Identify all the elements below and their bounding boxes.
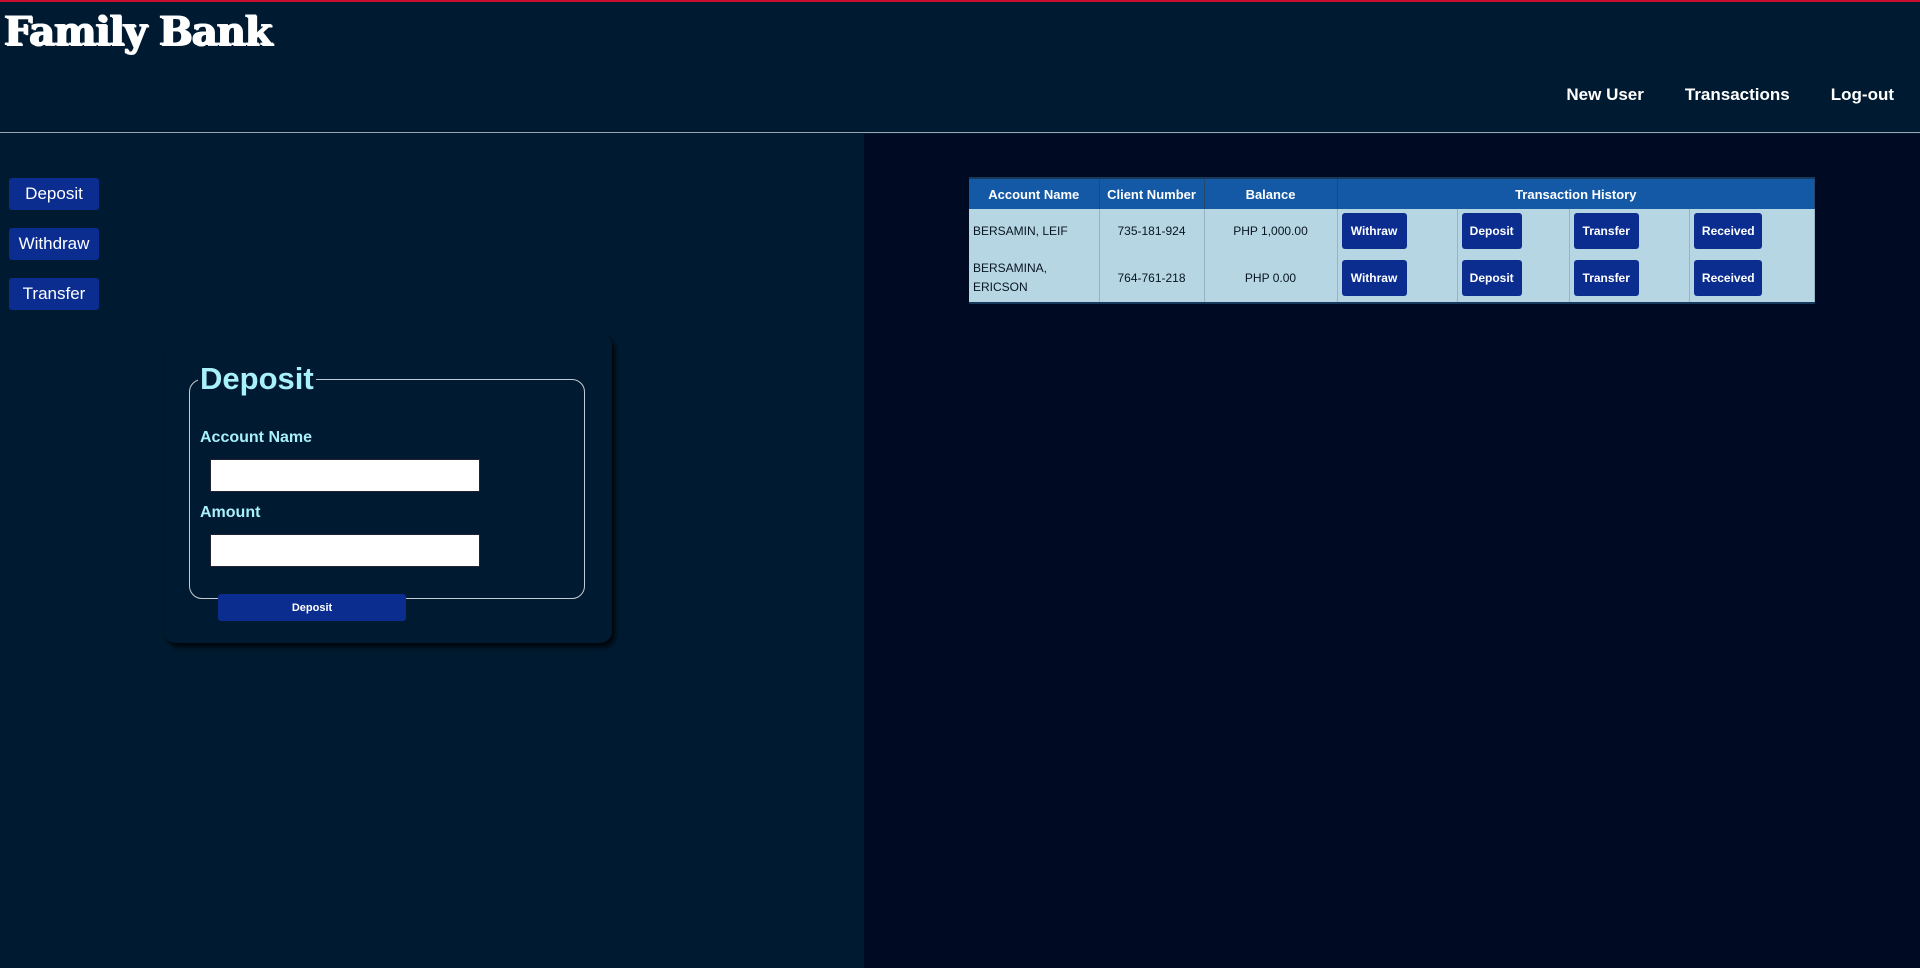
account-name-input[interactable] [210,459,480,492]
amount-input[interactable] [210,534,480,567]
deposit-history-button[interactable]: Deposit [1461,213,1522,249]
header-account-name: Account Name [969,179,1100,209]
action-cell: Transfer [1569,209,1690,253]
top-nav: New User Transactions Log-out [1566,85,1894,105]
accounts-table-wrapper: Account Name Client Number Balance Trans… [969,177,1816,304]
app-header: Family Bank New User Transactions Log-ou… [0,2,1920,133]
table-row: BERSAMINA, ERICSON 764-761-218 PHP 0.00 … [969,253,1816,302]
action-cell: Received [1689,253,1816,302]
client-number-cell: 764-761-218 [1099,253,1205,302]
action-cell: Received [1689,209,1816,253]
balance-cell: PHP 0.00 [1204,253,1338,302]
left-pane: Deposit Withdraw Transfer Deposit Accoun… [0,134,864,968]
deposit-history-button[interactable]: Deposit [1461,259,1522,296]
action-cell: Deposit [1457,209,1570,253]
deposit-fieldset: Deposit Account Name Amount Deposit [189,361,585,621]
action-cell: Withraw [1337,209,1458,253]
action-cell: Deposit [1457,253,1570,302]
deposit-form-card: Deposit Account Name Amount Deposit [164,334,612,643]
header-balance: Balance [1204,179,1338,209]
received-history-button[interactable]: Received [1693,213,1762,249]
sidebar-transfer-button[interactable]: Transfer [9,278,99,310]
client-number-cell: 735-181-924 [1099,209,1205,253]
account-name-cell: BERSAMIN, LEIF [969,209,1100,253]
received-history-button[interactable]: Received [1693,259,1762,296]
sidebar-withdraw-button[interactable]: Withdraw [9,228,99,260]
amount-label: Amount [200,504,261,521]
action-cell: Transfer [1569,253,1690,302]
transfer-history-button[interactable]: Transfer [1573,259,1639,296]
header-transaction-history: Transaction History [1337,179,1815,209]
table-header-row: Account Name Client Number Balance Trans… [969,179,1815,209]
account-name-cell: BERSAMINA, ERICSON [969,253,1100,302]
nav-new-user[interactable]: New User [1566,85,1643,105]
deposit-submit-button[interactable]: Deposit [218,594,406,621]
form-title: Deposit [200,361,314,396]
table-row: BERSAMIN, LEIF 735-181-924 PHP 1,000.00 … [969,209,1816,253]
header-client-number: Client Number [1099,179,1205,209]
nav-transactions[interactable]: Transactions [1685,85,1790,105]
accounts-table: Account Name Client Number Balance Trans… [969,179,1816,302]
sidebar-deposit-button[interactable]: Deposit [9,178,99,210]
transfer-history-button[interactable]: Transfer [1573,213,1639,249]
withdraw-history-button[interactable]: Withraw [1341,259,1407,296]
nav-logout[interactable]: Log-out [1831,85,1894,105]
account-name-label: Account Name [200,429,313,446]
withdraw-history-button[interactable]: Withraw [1341,213,1407,249]
brand-logo: Family Bank [4,8,273,55]
action-cell: Withraw [1337,253,1458,302]
balance-cell: PHP 1,000.00 [1204,209,1338,253]
